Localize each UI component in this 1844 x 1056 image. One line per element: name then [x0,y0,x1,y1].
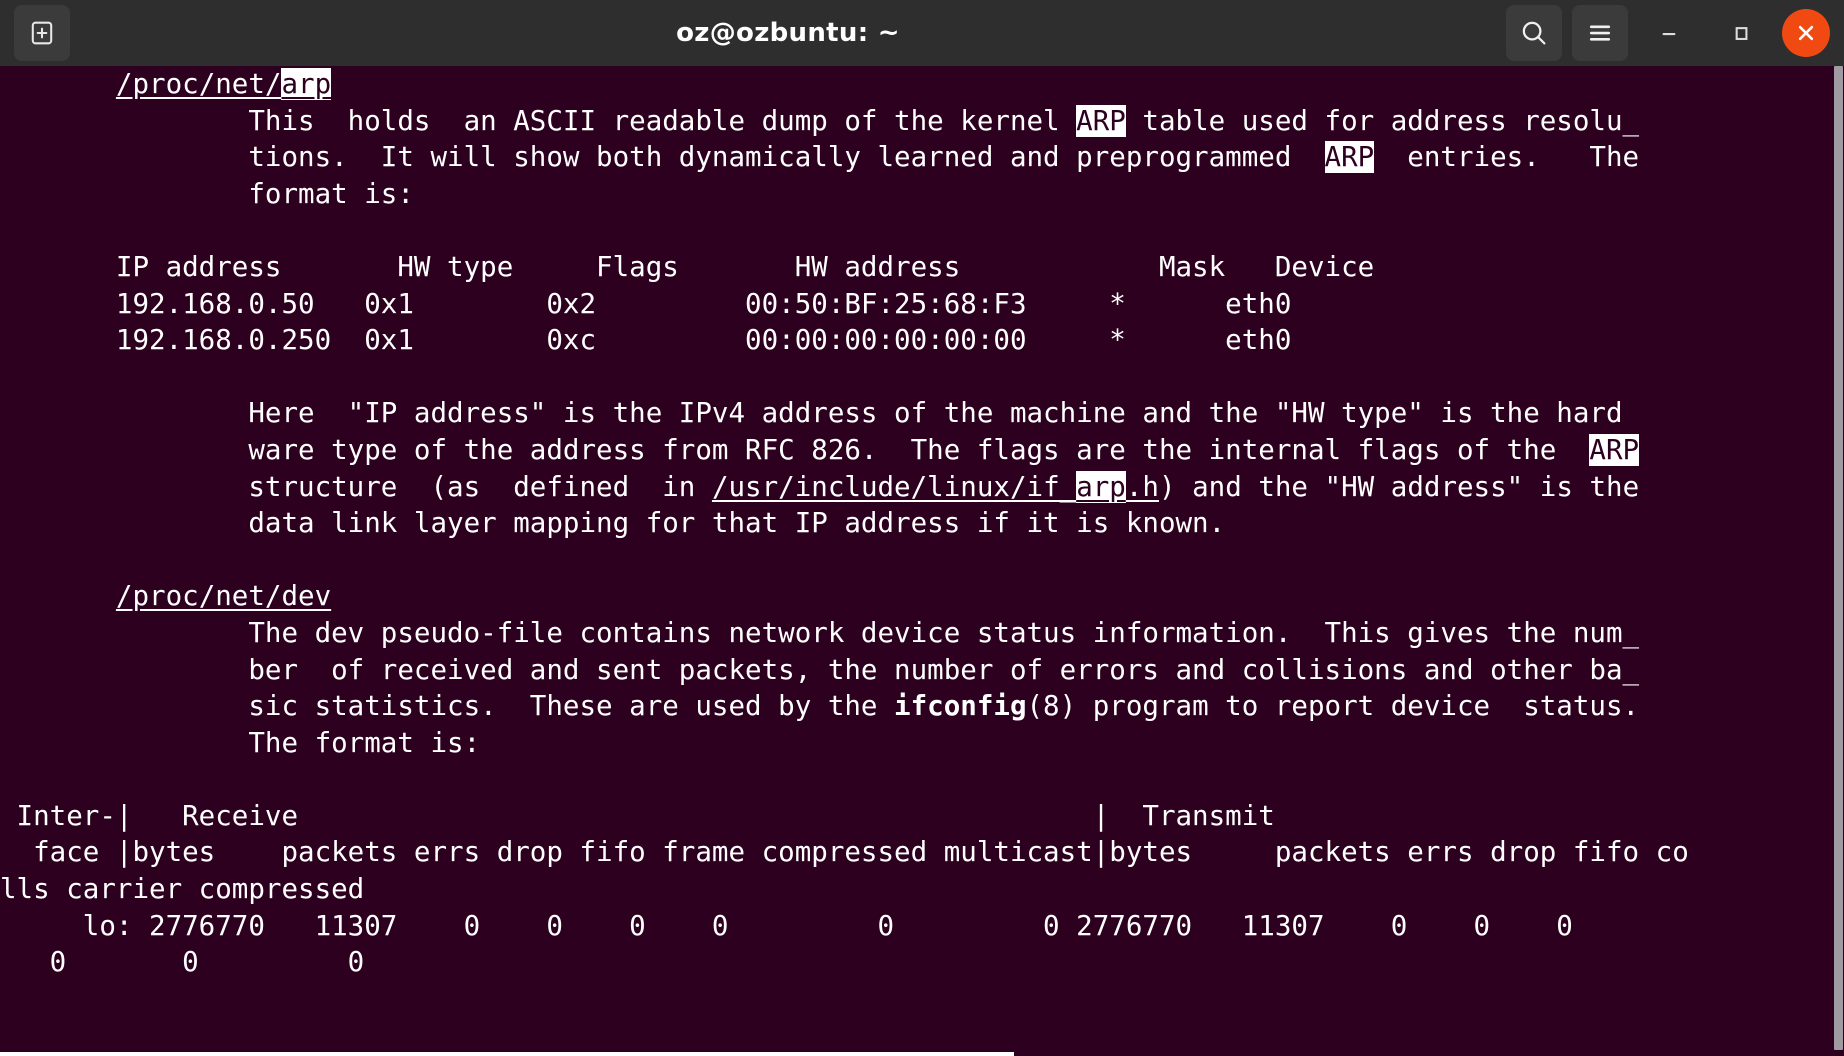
terminal-text-span: format is: [0,177,414,210]
window-titlebar: oz@ozbuntu: ~ [0,0,1844,66]
terminal-text-span: The format is: [0,726,481,759]
maximize-icon [1735,27,1748,40]
terminal-text-span: table used for address resolu_ [1125,104,1640,137]
close-icon [1798,25,1814,41]
terminal-text-span: This holds an ASCII readable dump of the… [0,104,1077,137]
terminal-text-span: tions. It will show both dynamically lea… [0,141,1325,174]
terminal-line: format is: [0,176,1825,213]
terminal-line: structure (as defined in /usr/include/li… [0,469,1825,506]
terminal-text-span: ARP [1324,141,1375,174]
terminal-line: ware type of the address from RFC 826. T… [0,432,1825,469]
minimize-icon [1662,33,1676,36]
terminal-text-span [0,580,116,612]
terminal-text-span: data link layer mapping for that IP addr… [0,507,1226,540]
terminal-text-span [0,68,116,100]
terminal-line: Inter-| Receive | Transmit [0,798,1825,835]
terminal-text-span: ifconfig [894,690,1027,723]
terminal-line: /proc/net/dev [0,578,1825,615]
terminal-window: oz@ozbuntu: ~ /proc/net/arp This holds a… [0,0,1844,1056]
terminal-line: ber of received and sent packets, the nu… [0,652,1825,689]
terminal-text-span: lo: 2776770 11307 0 0 0 0 0 0 2776770 11… [0,909,1573,942]
search-button[interactable] [1506,5,1562,61]
terminal-text-span: /proc/net/dev [115,580,332,613]
search-icon [1522,21,1546,45]
menu-button[interactable] [1572,5,1628,61]
terminal-text-span: face |bytes packets errs drop fifo frame… [0,836,1689,869]
terminal-line: lls carrier compressed [0,871,1825,908]
terminal-line: /proc/net/arp [0,66,1825,103]
terminal-text-span: structure (as defined in [0,470,712,503]
terminal-line: 192.168.0.250 0x1 0xc 00:00:00:00:00:00 … [0,322,1825,359]
terminal-text-span: sic statistics. These are used by the [0,690,895,723]
terminal-body[interactable]: /proc/net/arp This holds an ASCII readab… [0,66,1844,1056]
terminal-line: sic statistics. These are used by the if… [0,688,1825,725]
terminal-text-span: Here "IP address" is the IPv4 address of… [0,397,1623,430]
terminal-text-span: /proc/net/ [115,68,282,100]
terminal-text-span: IP address HW type Flags HW address Mask… [0,250,1375,283]
terminal-text-span: 192.168.0.50 0x1 0x2 00:50:BF:25:68:F3 *… [0,287,1292,320]
terminal-line: This holds an ASCII readable dump of the… [0,103,1825,140]
terminal-screen: /proc/net/arp This holds an ASCII readab… [0,66,1825,981]
terminal-line: data link layer mapping for that IP addr… [0,505,1825,542]
terminal-line: lo: 2776770 11307 0 0 0 0 0 0 2776770 11… [0,908,1825,945]
hamburger-menu-icon [1589,25,1611,41]
new-tab-button[interactable] [14,5,70,61]
terminal-scrollbar[interactable] [1832,66,1844,1056]
new-tab-icon [31,21,53,45]
terminal-text-span: 192.168.0.250 0x1 0xc 00:00:00:00:00:00 … [0,324,1292,357]
terminal-text-span: ber of received and sent packets, the nu… [0,653,1640,686]
terminal-line: Here "IP address" is the IPv4 address of… [0,395,1825,432]
terminal-text-span: ware type of the address from RFC 826. T… [0,433,1590,466]
terminal-text-span: .h [1125,470,1159,503]
minimize-button[interactable] [1638,5,1700,61]
window-controls [1506,5,1830,61]
less-status-line: Manual page proc(5) line 2287 (press h f… [0,1052,1014,1056]
terminal-line: tions. It will show both dynamically lea… [0,139,1825,176]
terminal-text-span: ) and the "HW address" is the [1158,470,1640,503]
terminal-text-span: ARP [1589,433,1640,466]
terminal-text-span: entries. The [1374,141,1640,174]
window-title: oz@ozbuntu: ~ [676,18,900,48]
scrollbar-thumb[interactable] [1834,66,1843,1050]
terminal-line: face |bytes packets errs drop fifo frame… [0,834,1825,871]
terminal-text-span: arp [281,68,332,100]
terminal-text-span: Inter-| Receive | Transmit [0,799,1275,832]
terminal-text-span: (8) program to report device status. [1026,690,1640,723]
maximize-button[interactable] [1710,5,1772,61]
terminal-text-span: lls carrier compressed [0,873,365,906]
terminal-text-span: arp [1076,470,1126,503]
terminal-line: 0 0 0 [0,944,1825,981]
terminal-text-span: 0 0 0 [0,946,365,979]
terminal-line: The format is: [0,725,1825,762]
terminal-text-span: The dev pseudo-file contains network dev… [0,616,1640,649]
terminal-text-span: ARP [1076,104,1126,137]
terminal-line: The dev pseudo-file contains network dev… [0,615,1825,652]
terminal-line: IP address HW type Flags HW address Mask… [0,249,1825,286]
terminal-line: 192.168.0.50 0x1 0x2 00:50:BF:25:68:F3 *… [0,286,1825,323]
terminal-text-span: /usr/include/linux/if_ [711,470,1077,503]
close-button[interactable] [1782,9,1830,57]
